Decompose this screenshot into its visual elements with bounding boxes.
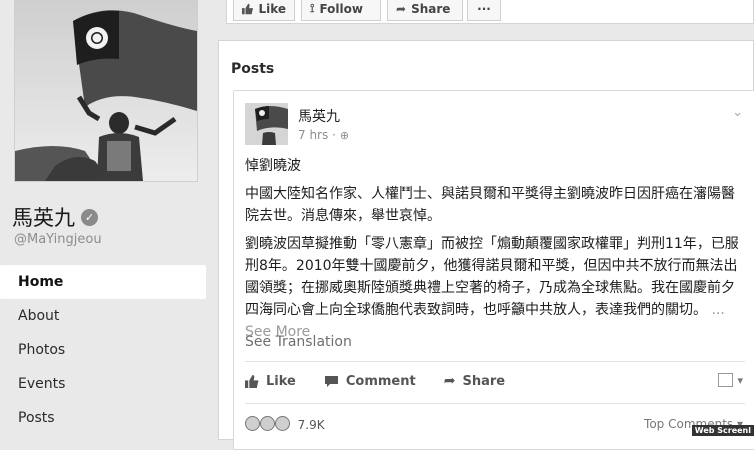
nav-item-about[interactable]: About	[0, 299, 206, 333]
post-as-selector[interactable]: ▾	[718, 373, 743, 387]
thumbs-up-icon	[245, 374, 259, 388]
dropdown-caret-icon: ▾	[737, 373, 743, 387]
post-share-label: Share	[462, 373, 506, 389]
reactions-summary[interactable]: 7.9K	[245, 416, 325, 434]
posts-panel: Posts 馬英九 7 hrs · ⊕ ⌄ 悼劉曉波 中國大陸知名作家、人權鬥士…	[218, 40, 754, 450]
post-like-button[interactable]: Like	[245, 373, 296, 389]
post-paragraph-2: 劉曉波因草擬推動「零八憲章」而被控「煽動顛覆國家政權罪」判刑11年，已服刑8年。…	[245, 233, 743, 343]
page-follow-label: Follow	[319, 1, 363, 16]
share-arrow-icon: ➦	[443, 373, 456, 389]
profile-nav: Home About Photos Events Posts	[0, 265, 206, 435]
page-follow-button[interactable]: ⟟ Follow	[301, 0, 381, 21]
post-options-chevron-icon[interactable]: ⌄	[732, 105, 743, 120]
nav-item-photos[interactable]: Photos	[0, 333, 206, 367]
posts-heading: Posts	[231, 61, 275, 77]
nav-item-events[interactable]: Events	[0, 367, 206, 401]
profile-handle[interactable]: @MaYingjeou	[14, 232, 102, 247]
reaction-icons	[245, 416, 290, 434]
page-like-button[interactable]: Like	[233, 0, 295, 21]
share-arrow-icon: ➦	[396, 1, 407, 16]
page-like-label: Like	[258, 1, 286, 16]
post-timestamp[interactable]: 7 hrs ·	[298, 128, 336, 142]
reaction-count: 7.9K	[297, 418, 325, 432]
post-paragraph-2-text: 劉曉波因草擬推動「零八憲章」而被控「煽動顛覆國家政權罪」判刑11年，已服刑8年。…	[245, 236, 739, 318]
page-selector-icon	[718, 373, 734, 387]
profile-name-row: 馬英九 ✓	[12, 202, 98, 232]
like-reaction-icon	[245, 416, 260, 431]
post-divider-top	[245, 361, 745, 362]
love-reaction-icon	[274, 416, 290, 431]
nav-item-posts[interactable]: Posts	[0, 401, 206, 435]
comment-bubble-icon	[324, 375, 338, 387]
globe-icon: ⊕	[339, 128, 350, 142]
post-comment-button[interactable]: Comment	[324, 373, 416, 389]
post-share-button[interactable]: ➦ Share	[444, 373, 505, 389]
post-meta: 7 hrs · ⊕	[298, 128, 349, 142]
post-comment-label: Comment	[345, 373, 416, 389]
see-translation-link[interactable]: See Translation	[245, 334, 352, 350]
profile-picture[interactable]	[14, 0, 198, 182]
more-dots-icon: ···	[477, 1, 491, 16]
post-like-label: Like	[266, 373, 296, 389]
post-card: 馬英九 7 hrs · ⊕ ⌄ 悼劉曉波 中國大陸知名作家、人權鬥士、與諾貝爾和…	[233, 90, 754, 450]
post-author-avatar[interactable]	[245, 103, 288, 145]
page-share-label: Share	[411, 1, 451, 16]
profile-name[interactable]: 馬英九	[12, 202, 75, 232]
post-divider-bottom	[245, 403, 745, 404]
rss-icon: ⟟	[310, 1, 315, 15]
avatar-flag-image	[245, 103, 288, 145]
watermark-text: Web Screenl	[691, 425, 754, 436]
profile-column: 馬英九 ✓ @MaYingjeou Home About Photos Even…	[0, 0, 214, 436]
page-share-button[interactable]: ➦ Share	[387, 0, 463, 21]
thumbs-up-icon	[242, 3, 253, 14]
verified-check-icon: ✓	[81, 208, 98, 226]
post-paragraph-1: 中國大陸知名作家、人權鬥士、與諾貝爾和平獎得主劉曉波昨日因肝癌在瀋陽醫院去世。消…	[245, 186, 735, 224]
post-title: 悼劉曉波	[245, 158, 301, 174]
profile-photo-flag-image	[15, 1, 197, 181]
sad-reaction-icon	[259, 416, 275, 431]
page-more-button[interactable]: ···	[467, 0, 501, 21]
post-actions: Like Comment ➦ Share	[245, 373, 505, 389]
page-action-bar: Like ⟟ Follow ➦ Share ···	[226, 0, 754, 24]
nav-item-home[interactable]: Home	[0, 265, 206, 299]
post-author-name[interactable]: 馬英九	[298, 106, 340, 126]
